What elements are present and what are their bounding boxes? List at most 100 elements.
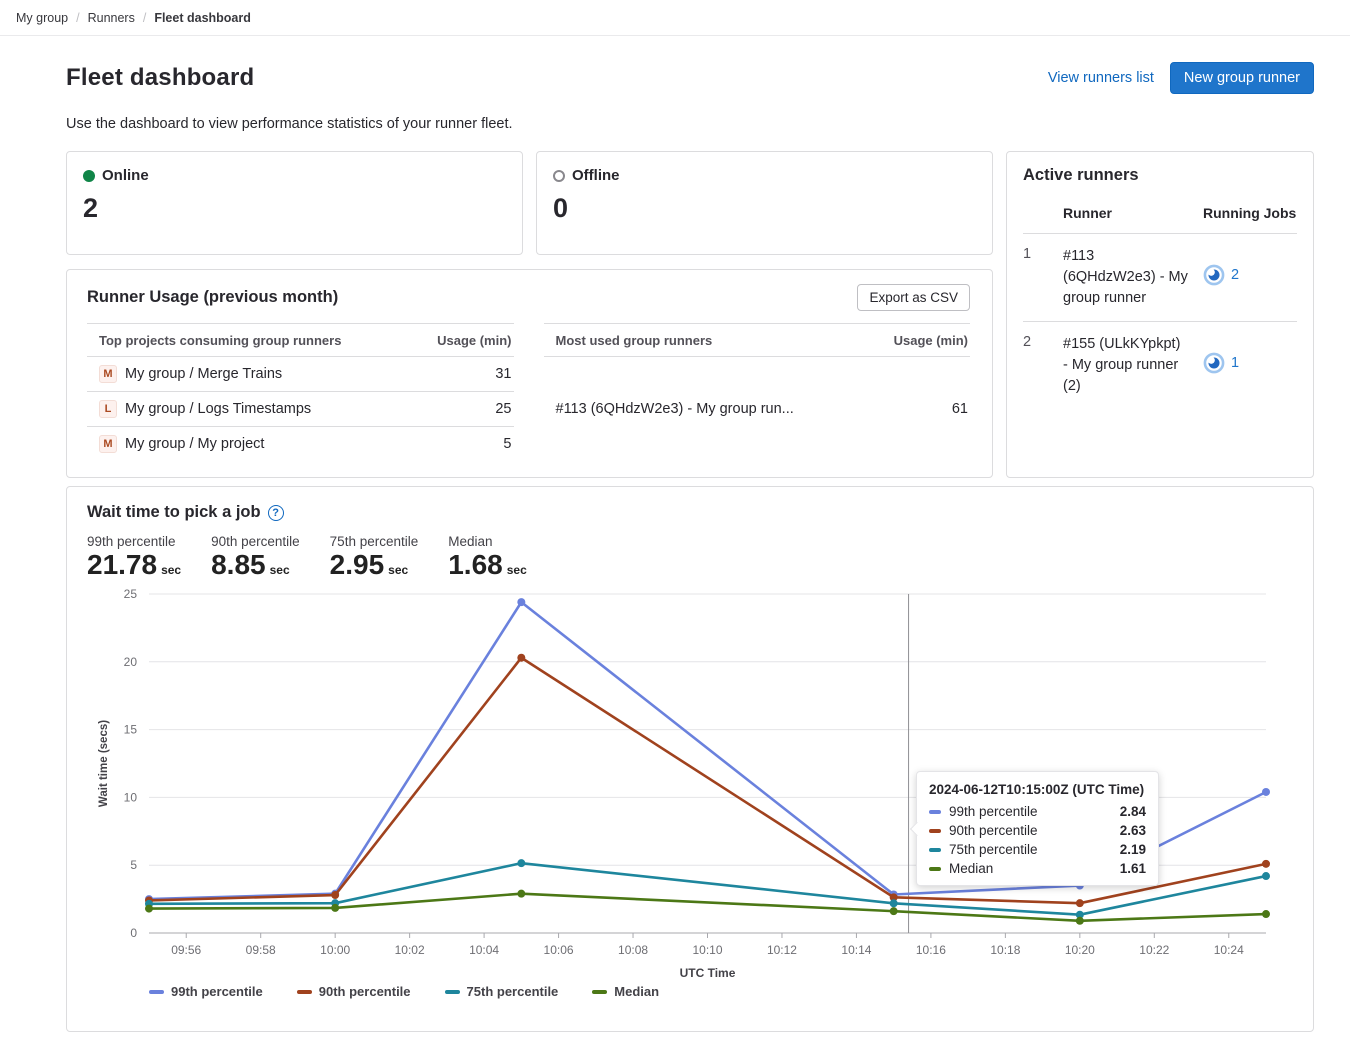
svg-text:10:24: 10:24 [1214, 943, 1244, 957]
svg-text:10:20: 10:20 [1065, 943, 1095, 957]
online-count: 2 [83, 193, 506, 224]
usage-min-column-header: Usage (min) [404, 324, 514, 357]
view-runners-list-link[interactable]: View runners list [1048, 70, 1154, 86]
runner-name: #113 (6QHdzW2e3) - My group run... [544, 357, 859, 462]
series-name: 99th percentile [949, 804, 1112, 819]
project-usage-value: 5 [404, 427, 514, 462]
breadcrumb-runners[interactable]: Runners [88, 11, 135, 25]
runner-name[interactable]: #113 (6QHdzW2e3) - My group runner [1063, 234, 1203, 322]
legend-label: 75th percentile [467, 984, 559, 999]
breadcrumb-my-group[interactable]: My group [16, 11, 68, 25]
wait-time-stat: 90th percentile8.85sec [211, 534, 300, 581]
series-color-swatch [929, 848, 941, 852]
legend-label: 90th percentile [319, 984, 411, 999]
wait-time-stat: 75th percentile2.95sec [330, 534, 419, 581]
breadcrumb: My group / Runners / Fleet dashboard [0, 0, 1350, 36]
svg-text:10:04: 10:04 [469, 943, 499, 957]
svg-text:0: 0 [130, 926, 137, 940]
svg-text:10:14: 10:14 [841, 943, 871, 957]
wait-time-card: Wait time to pick a job ? 99th percentil… [66, 486, 1314, 1032]
running-jobs-count[interactable]: 1 [1231, 355, 1239, 371]
series-color-swatch [929, 810, 941, 814]
page-title: Fleet dashboard [66, 64, 254, 92]
runner-usage-title: Runner Usage (previous month) [87, 288, 338, 307]
help-icon[interactable]: ? [268, 505, 284, 521]
legend-color-swatch [445, 990, 460, 994]
running-jobs-column-header: Running Jobs [1203, 195, 1297, 234]
stat-value: 1.68sec [448, 549, 527, 581]
series-color-swatch [929, 867, 941, 871]
svg-text:UTC Time: UTC Time [680, 966, 736, 979]
series-name: 90th percentile [949, 823, 1112, 838]
top-projects-column-header: Top projects consuming group runners [87, 324, 404, 357]
breadcrumb-separator: / [143, 11, 146, 25]
series-value: 2.19 [1120, 842, 1146, 857]
svg-text:10:16: 10:16 [916, 943, 946, 957]
online-runners-card: Online 2 [66, 151, 523, 255]
running-jobs-count[interactable]: 2 [1231, 267, 1239, 283]
main-content: Fleet dashboard View runners list New gr… [0, 62, 1350, 1032]
table-row: #113 (6QHdzW2e3) - My group run... 61 [544, 357, 971, 462]
most-used-column-header: Most used group runners [544, 324, 859, 357]
svg-text:10:06: 10:06 [544, 943, 574, 957]
tooltip-series-row: 99th percentile2.84 [929, 804, 1146, 819]
most-used-runners-table: Most used group runners Usage (min) #113… [544, 323, 971, 461]
svg-text:10:12: 10:12 [767, 943, 797, 957]
wait-time-title: Wait time to pick a job [87, 503, 261, 522]
stat-value: 21.78sec [87, 549, 181, 581]
svg-text:09:56: 09:56 [171, 943, 201, 957]
tooltip-series-row: Median 1.61 [929, 861, 1146, 876]
svg-text:09:58: 09:58 [246, 943, 276, 957]
breadcrumb-separator: / [76, 11, 79, 25]
chart-tooltip: 2024-06-12T10:15:00Z (UTC Time) 99th per… [916, 771, 1159, 886]
page-description: Use the dashboard to view performance st… [66, 116, 1314, 132]
legend-label: Median [614, 984, 659, 999]
legend-item[interactable]: 90th percentile [297, 984, 411, 999]
wait-time-stats: 99th percentile21.78sec 90th percentile8.… [87, 534, 1293, 581]
svg-text:Wait time (secs): Wait time (secs) [98, 720, 110, 807]
stat-label: 90th percentile [211, 534, 300, 549]
new-group-runner-button[interactable]: New group runner [1170, 62, 1314, 94]
tooltip-title: 2024-06-12T10:15:00Z (UTC Time) [929, 782, 1146, 797]
project-usage-value: 25 [404, 392, 514, 427]
project-usage-value: 31 [404, 357, 514, 392]
stat-label: Median [448, 534, 527, 549]
svg-text:10:00: 10:00 [320, 943, 350, 957]
runner-name[interactable]: #155 (ULkKYpkpt) - My group runner (2) [1063, 322, 1203, 410]
runner-rank: 1 [1023, 234, 1063, 322]
stat-value: 2.95sec [330, 549, 419, 581]
legend-item[interactable]: 75th percentile [445, 984, 559, 999]
wait-time-stat: 99th percentile21.78sec [87, 534, 181, 581]
series-name: Median [949, 861, 1112, 876]
wait-time-stat: Median1.68sec [448, 534, 527, 581]
legend-item[interactable]: Median [592, 984, 659, 999]
top-projects-table: Top projects consuming group runners Usa… [87, 323, 514, 461]
svg-text:20: 20 [124, 655, 138, 669]
active-runners-card: Active runners Runner Running Jobs 1 #11… [1006, 151, 1314, 478]
wait-time-chart-area: 051015202509:5609:5810:0010:0210:0410:06… [87, 587, 1293, 999]
svg-text:10:22: 10:22 [1139, 943, 1169, 957]
project-avatar: L [99, 400, 117, 418]
project-avatar: M [99, 435, 117, 453]
offline-status-icon [553, 170, 565, 182]
offline-label: Offline [572, 167, 620, 184]
legend-color-swatch [297, 990, 312, 994]
index-column-header [1023, 195, 1063, 234]
series-value: 2.63 [1120, 823, 1146, 838]
legend-item[interactable]: 99th percentile [149, 984, 263, 999]
stat-value: 8.85sec [211, 549, 300, 581]
offline-count: 0 [553, 193, 976, 224]
tooltip-series-row: 90th percentile 2.63 [929, 823, 1146, 838]
series-value: 1.61 [1120, 861, 1146, 876]
series-name: 75th percentile [949, 842, 1112, 857]
series-color-swatch [929, 829, 941, 833]
export-csv-button[interactable]: Export as CSV [857, 284, 970, 311]
breadcrumb-fleet-dashboard[interactable]: Fleet dashboard [154, 11, 251, 25]
svg-text:10:08: 10:08 [618, 943, 648, 957]
tooltip-series-row: 75th percentile 2.19 [929, 842, 1146, 857]
legend-color-swatch [592, 990, 607, 994]
online-status-icon [83, 170, 95, 182]
svg-text:10:10: 10:10 [692, 943, 722, 957]
project-avatar: M [99, 365, 117, 383]
table-row: L My group / Logs Timestamps 25 [87, 392, 514, 427]
